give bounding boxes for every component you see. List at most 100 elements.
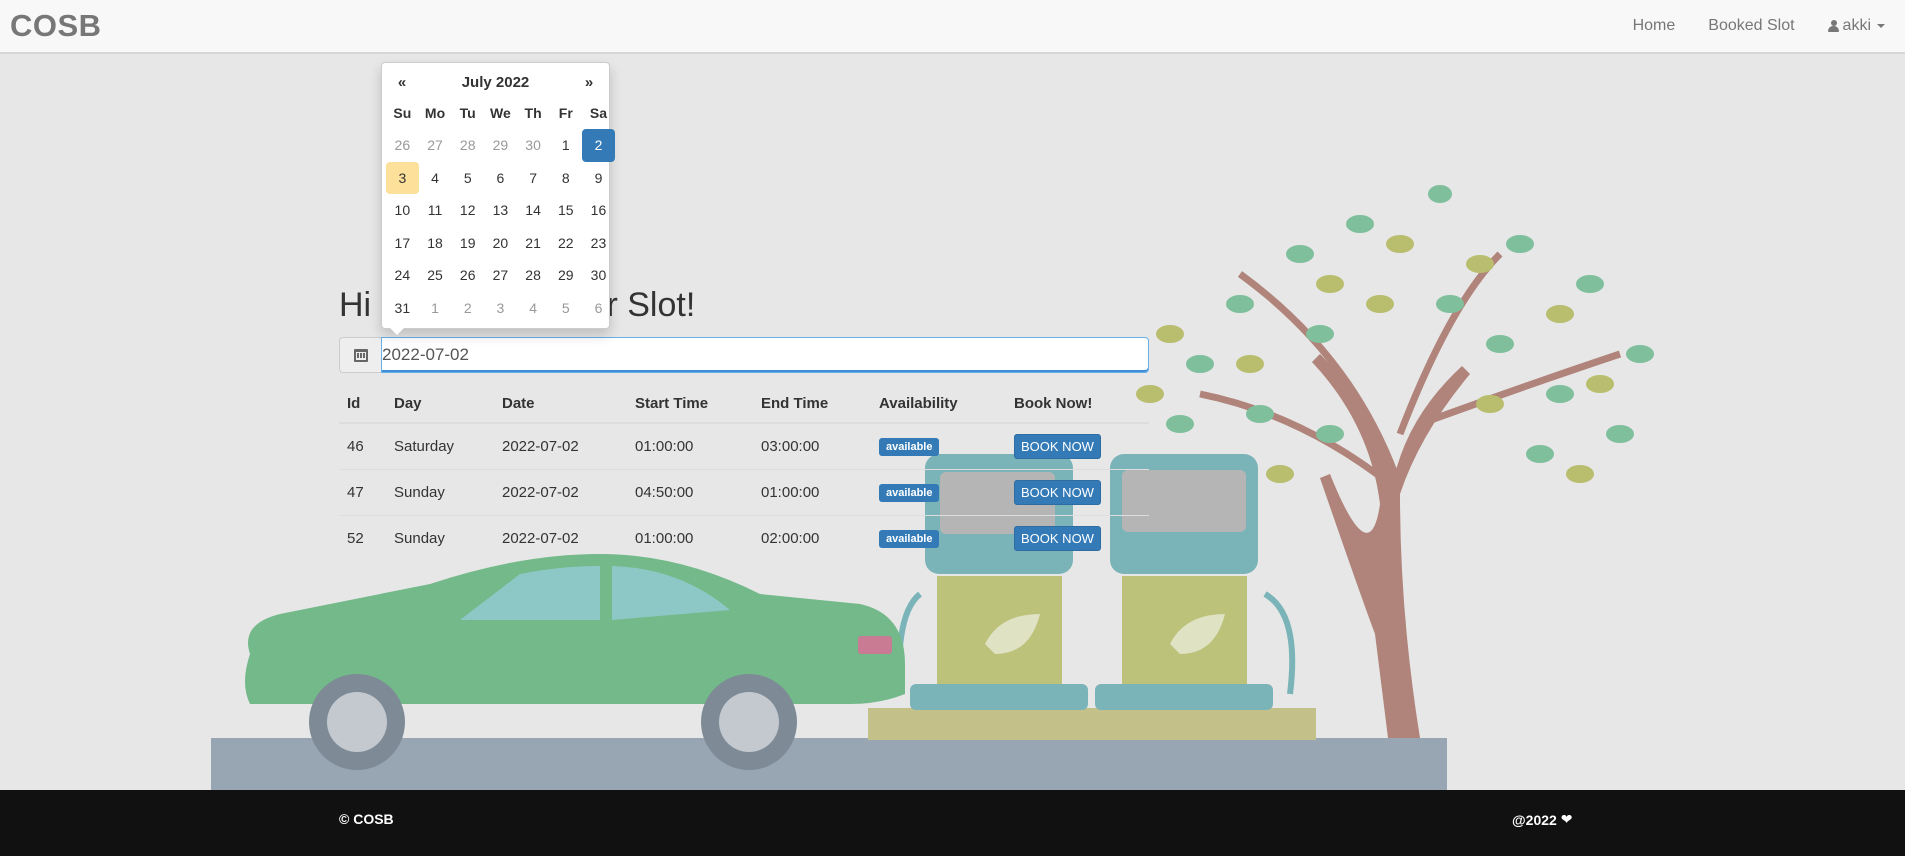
- day-cell[interactable]: 19: [451, 227, 484, 260]
- weekday-label: We: [490, 105, 511, 121]
- selected-day[interactable]: 2: [582, 129, 615, 162]
- day-cell[interactable]: 12: [451, 194, 484, 227]
- availability-badge: available: [879, 530, 940, 548]
- day-cell[interactable]: 31: [386, 292, 419, 325]
- cell-date: 2022-07-02: [494, 469, 627, 516]
- nav-home-link[interactable]: Home: [1633, 17, 1676, 35]
- day-cell[interactable]: 22: [549, 227, 582, 260]
- day-cell[interactable]: 26: [386, 129, 419, 162]
- cell-start-time: 01:00:00: [627, 515, 753, 561]
- col-date: Date: [494, 385, 627, 424]
- col-start-time: Start Time: [627, 385, 753, 424]
- user-name: akki: [1842, 17, 1871, 34]
- cell-book-now: BOOK NOW: [1006, 515, 1149, 561]
- day-cell[interactable]: 30: [582, 259, 615, 292]
- cell-id: 52: [339, 515, 386, 561]
- cell-date: 2022-07-02: [494, 422, 627, 470]
- cell-start-time: 04:50:00: [627, 469, 753, 516]
- date-input[interactable]: [381, 337, 1149, 373]
- weekday-label: Fr: [558, 105, 573, 121]
- brand-logo[interactable]: COSB: [10, 8, 102, 44]
- table-row: 46 Saturday 2022-07-02 01:00:00 03:00:00…: [339, 422, 1149, 470]
- day-cell[interactable]: 18: [419, 227, 452, 260]
- day-cell[interactable]: 1: [549, 129, 582, 162]
- cell-start-time: 01:00:00: [627, 422, 753, 470]
- day-cell[interactable]: 21: [517, 227, 550, 260]
- book-now-button[interactable]: BOOK NOW: [1014, 480, 1101, 505]
- cell-end-time: 02:00:00: [753, 515, 871, 561]
- availability-badge: available: [879, 438, 940, 456]
- next-month-button[interactable]: »: [573, 74, 605, 91]
- charger-base: [868, 708, 1316, 740]
- month-title[interactable]: July 2022: [418, 74, 573, 91]
- datepicker-header: « July 2022 »: [386, 67, 605, 97]
- day-cell[interactable]: 7: [517, 162, 550, 195]
- day-cell[interactable]: 1: [419, 292, 452, 325]
- day-cell[interactable]: 10: [386, 194, 419, 227]
- cell-day: Sunday: [386, 469, 494, 516]
- calendar-addon[interactable]: [339, 337, 381, 373]
- day-cell[interactable]: 9: [582, 162, 615, 195]
- col-end-time: End Time: [753, 385, 871, 424]
- datepicker-grid: Su Mo Tu We Th Fr Sa 26 27 28 29 30 1 2 3 4 5 6 7 8 9…: [386, 97, 615, 325]
- day-cell[interactable]: 23: [582, 227, 615, 260]
- day-cell[interactable]: 26: [451, 259, 484, 292]
- day-cell[interactable]: 20: [484, 227, 517, 260]
- book-now-button[interactable]: BOOK NOW: [1014, 526, 1101, 551]
- col-day: Day: [386, 385, 494, 424]
- cell-availability: available: [871, 422, 1006, 470]
- footer-year: @2022 ❤: [1512, 811, 1573, 828]
- day-cell[interactable]: 28: [517, 259, 550, 292]
- day-cell[interactable]: 4: [517, 292, 550, 325]
- book-now-button[interactable]: BOOK NOW: [1014, 434, 1101, 459]
- day-cell[interactable]: 17: [386, 227, 419, 260]
- user-menu-dropdown[interactable]: akki: [1827, 17, 1885, 35]
- cell-date: 2022-07-02: [494, 515, 627, 561]
- day-cell[interactable]: 13: [484, 194, 517, 227]
- cell-book-now: BOOK NOW: [1006, 422, 1149, 470]
- day-cell[interactable]: 29: [549, 259, 582, 292]
- footer-copyright: © COSB: [339, 811, 394, 827]
- day-cell[interactable]: 16: [582, 194, 615, 227]
- day-cell[interactable]: 3: [484, 292, 517, 325]
- weekday-label: Mo: [424, 105, 446, 121]
- date-input-group: [339, 337, 1149, 373]
- cell-availability: available: [871, 515, 1006, 561]
- navbar: COSB Home Booked Slot akki: [0, 0, 1905, 54]
- weekday-label: Tu: [459, 105, 476, 121]
- day-cell[interactable]: 15: [549, 194, 582, 227]
- user-icon: [1827, 20, 1839, 32]
- day-cell[interactable]: 25: [419, 259, 452, 292]
- day-cell[interactable]: 27: [484, 259, 517, 292]
- car-icon: [245, 554, 905, 770]
- cell-book-now: BOOK NOW: [1006, 469, 1149, 516]
- day-cell[interactable]: 28: [451, 129, 484, 162]
- heart-icon: ❤: [1560, 811, 1573, 827]
- datepicker-popup: « July 2022 » Su Mo Tu We Th Fr Sa 26 27 2…: [381, 62, 615, 335]
- day-cell[interactable]: 27: [419, 129, 452, 162]
- weekday-label: Th: [524, 105, 542, 121]
- nav-booked-slot-link[interactable]: Booked Slot: [1708, 17, 1794, 35]
- col-book-now: Book Now!: [1006, 385, 1149, 424]
- day-cell[interactable]: 6: [484, 162, 517, 195]
- col-availability: Availability: [871, 385, 1006, 424]
- day-cell[interactable]: 30: [517, 129, 550, 162]
- day-cell[interactable]: 11: [419, 194, 452, 227]
- day-cell[interactable]: 8: [549, 162, 582, 195]
- footer: © COSB @2022 ❤: [0, 790, 1905, 856]
- footer-year-text: @2022: [1512, 811, 1557, 828]
- day-cell[interactable]: 5: [451, 162, 484, 195]
- col-id: Id: [339, 385, 386, 424]
- table-row: 52 Sunday 2022-07-02 01:00:00 02:00:00 a…: [339, 515, 1149, 561]
- day-cell[interactable]: 2: [451, 292, 484, 325]
- prev-month-button[interactable]: «: [386, 74, 418, 91]
- day-cell[interactable]: 14: [517, 194, 550, 227]
- day-cell[interactable]: 29: [484, 129, 517, 162]
- caret-down-icon: [1877, 24, 1885, 28]
- day-cell[interactable]: 24: [386, 259, 419, 292]
- day-cell[interactable]: 5: [549, 292, 582, 325]
- day-cell[interactable]: 6: [582, 292, 615, 325]
- today-day[interactable]: 3: [386, 161, 419, 194]
- day-cell[interactable]: 4: [419, 162, 452, 195]
- weekday-label: Sa: [589, 105, 608, 121]
